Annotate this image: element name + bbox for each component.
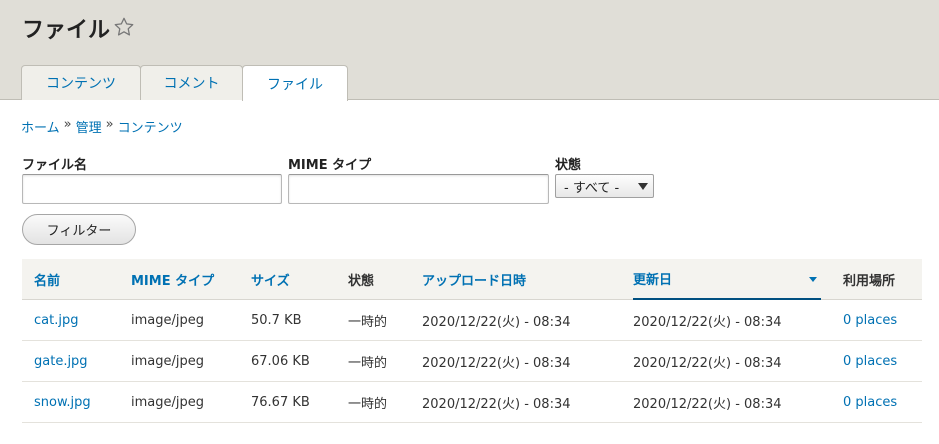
sort-descending-icon [809, 277, 817, 282]
breadcrumb-separator: » [105, 117, 114, 132]
file-status: 一時的 [348, 314, 388, 330]
column-mime[interactable]: MIME タイプ [131, 259, 214, 299]
file-usage-link[interactable]: 0 places [843, 354, 897, 369]
mime-type-label: MIME タイプ [288, 158, 372, 173]
sort-updated-link[interactable]: 更新日 [633, 269, 672, 288]
breadcrumb-separator: » [63, 117, 72, 132]
file-size: 50.7 KB [251, 312, 302, 328]
file-uploaded: 2020/12/22(火) - 08:34 [422, 396, 571, 412]
file-mime: image/jpeg [131, 394, 204, 410]
breadcrumb-admin[interactable]: 管理 [76, 117, 102, 136]
breadcrumb: ホーム » 管理 » コンテンツ [21, 117, 183, 136]
chevron-down-icon [638, 183, 648, 190]
file-name-link[interactable]: snow.jpg [34, 395, 91, 410]
tab-content[interactable]: コンテンツ [21, 65, 141, 100]
file-uploaded: 2020/12/22(火) - 08:34 [422, 314, 571, 330]
file-updated: 2020/12/22(火) - 08:34 [633, 396, 782, 412]
table-header: 名前 MIME タイプ サイズ 状態 アップロード日時 更新日 利用場所 [22, 259, 922, 300]
file-uploaded: 2020/12/22(火) - 08:34 [422, 355, 571, 371]
table-row: snow.jpg image/jpeg 76.67 KB 一時的 2020/12… [22, 382, 922, 423]
column-usage: 利用場所 [843, 273, 896, 289]
column-uploaded[interactable]: アップロード日時 [422, 259, 526, 299]
status-label: 状態 [555, 158, 582, 173]
file-mime: image/jpeg [131, 312, 204, 328]
file-status: 一時的 [348, 355, 388, 371]
column-size[interactable]: サイズ [251, 259, 290, 299]
file-size: 76.67 KB [251, 394, 310, 410]
column-updated[interactable]: 更新日 [633, 259, 821, 300]
column-status: 状態 [348, 273, 375, 289]
mime-type-input[interactable] [288, 174, 549, 204]
table-row: cat.jpg image/jpeg 50.7 KB 一時的 2020/12/2… [22, 300, 922, 341]
file-size: 67.06 KB [251, 353, 310, 369]
file-updated: 2020/12/22(火) - 08:34 [633, 355, 782, 371]
star-outline-icon[interactable] [113, 16, 135, 38]
status-select-value: - すべて - [564, 180, 620, 196]
page-title: ファイル [22, 18, 111, 43]
filename-input[interactable] [22, 174, 282, 204]
sort-uploaded-link[interactable]: アップロード日時 [422, 270, 526, 289]
sort-name-link[interactable]: 名前 [34, 270, 60, 289]
filter-button[interactable]: フィルター [22, 214, 136, 245]
file-updated: 2020/12/22(火) - 08:34 [633, 314, 782, 330]
filename-label: ファイル名 [22, 158, 88, 173]
file-name-link[interactable]: gate.jpg [34, 354, 88, 369]
table-row: gate.jpg image/jpeg 67.06 KB 一時的 2020/12… [22, 341, 922, 382]
breadcrumb-content[interactable]: コンテンツ [118, 117, 183, 136]
status-select[interactable]: - すべて - [555, 174, 654, 198]
sort-size-link[interactable]: サイズ [251, 270, 290, 289]
file-mime: image/jpeg [131, 353, 204, 369]
tab-files[interactable]: ファイル [242, 65, 348, 101]
breadcrumb-home[interactable]: ホーム [21, 117, 60, 136]
file-name-link[interactable]: cat.jpg [34, 313, 78, 328]
file-usage-link[interactable]: 0 places [843, 395, 897, 410]
tab-comments[interactable]: コメント [140, 65, 243, 100]
page-header: ファイル コンテンツ コメント ファイル [0, 0, 939, 101]
file-status: 一時的 [348, 396, 388, 412]
sort-mime-link[interactable]: MIME タイプ [131, 270, 214, 289]
column-name[interactable]: 名前 [34, 259, 60, 299]
file-usage-link[interactable]: 0 places [843, 313, 897, 328]
